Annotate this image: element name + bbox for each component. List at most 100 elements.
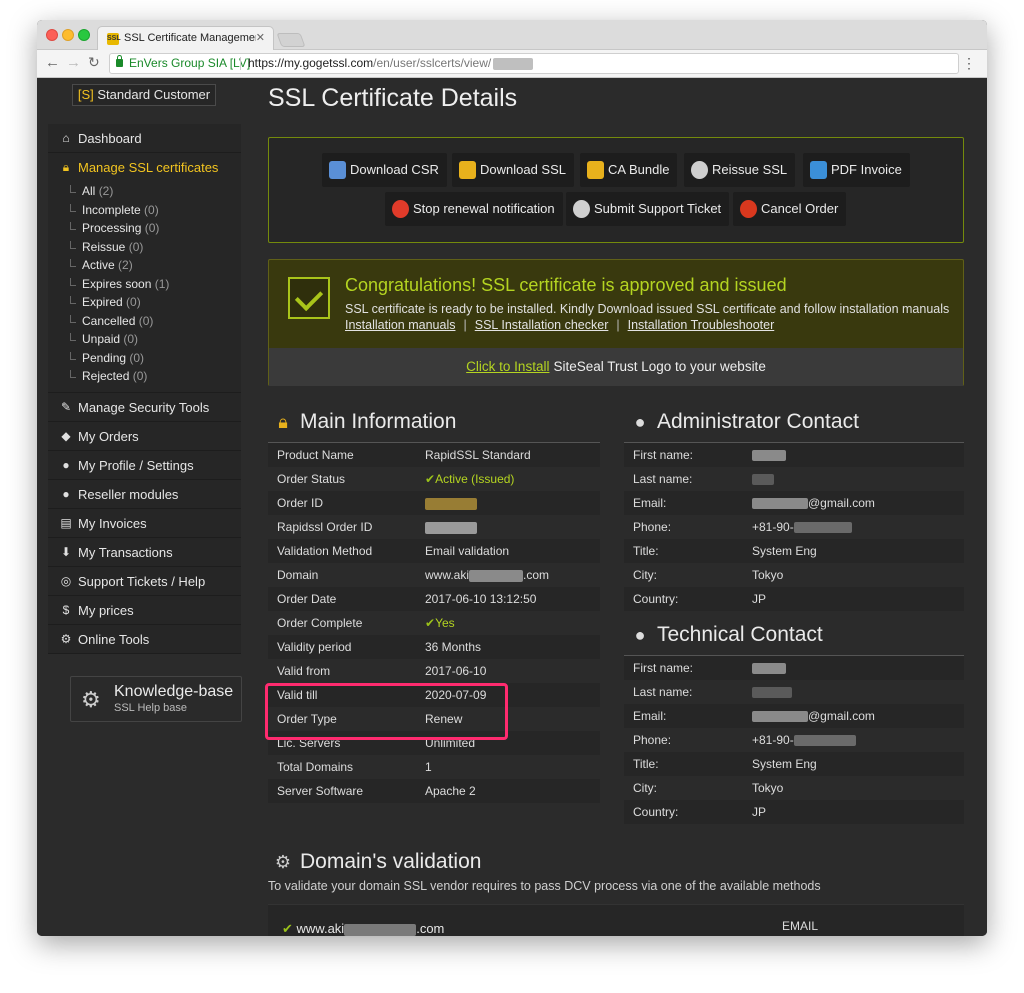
forward-icon[interactable]: → [66, 54, 81, 71]
gear-icon: ⚙ [274, 852, 292, 872]
reload-icon[interactable]: ↻ [88, 54, 100, 71]
troubleshooter-link[interactable]: Installation Troubleshooter [628, 318, 775, 332]
submit-ticket-button[interactable]: Submit Support Ticket [566, 192, 730, 226]
subitem-incomplete[interactable]: Incomplete (0) [48, 201, 241, 220]
users-icon: ● [62, 486, 70, 501]
technical-contact-heading: ● Technical Contact [629, 623, 823, 647]
kb-title: Knowledge-base [114, 683, 234, 700]
sidebar-item-invoices[interactable]: ▤ My Invoices [48, 509, 241, 538]
pdf-invoice-button[interactable]: PDF Invoice [803, 153, 910, 187]
download-icon: ⬇ [60, 544, 72, 559]
redacted-value [752, 663, 786, 675]
download-ssl-button[interactable]: Download SSL [452, 153, 574, 187]
row-key: Validation Method [277, 544, 373, 558]
table-row: Order Date 2017-06-10 13:12:50 [268, 587, 600, 611]
subitem-rejected[interactable]: Rejected (0) [48, 367, 241, 386]
congrats-title: Congratulations! SSL certificate is appr… [345, 275, 787, 295]
table-row: Server Software Apache 2 [268, 779, 600, 803]
table-row: First name: [624, 656, 964, 680]
subitem-reissue[interactable]: Reissue (0) [48, 238, 241, 257]
url-field[interactable]: EnVers Group SIA [LV] https://my.gogetss… [109, 53, 959, 74]
subitem-expired[interactable]: Expired (0) [48, 293, 241, 312]
domain-validation-heading: ⚙ Domain's validation [272, 850, 482, 874]
domain-validation-row: www.aki .com EMAIL [268, 904, 964, 936]
domain-prefix: www.aki [425, 568, 470, 582]
browser-tab[interactable]: SSL SSL Certificate Management S ✕ [97, 26, 274, 50]
subitem-count: (0) [144, 221, 160, 235]
subitem-active[interactable]: Active (2) [48, 256, 241, 275]
ca-bundle-button[interactable]: CA Bundle [580, 153, 678, 187]
page: [S] Standard Customer ⌂ Dashboard 🔒︎ Manag… [37, 78, 987, 936]
subitem-pending[interactable]: Pending (0) [48, 349, 241, 368]
sidebar-item-profile[interactable]: ● My Profile / Settings [48, 451, 241, 480]
lock-icon: 🔒︎ [62, 160, 70, 174]
close-tab-icon[interactable]: ✕ [256, 31, 265, 44]
row-value: 2017-06-10 13:12:50 [425, 592, 537, 606]
table-row: Rapidssl Order ID [268, 515, 600, 539]
sidebar-item-prices[interactable]: $ My prices [48, 596, 241, 625]
installation-manuals-link[interactable]: Installation manuals [345, 318, 455, 332]
row-key: Phone: [633, 520, 672, 534]
subitem-count: (0) [138, 313, 154, 328]
sidebar-item-orders[interactable]: ◆ My Orders [48, 422, 241, 451]
subitem-all[interactable]: All (2) [48, 182, 241, 201]
subitem-unpaid[interactable]: Unpaid (0) [48, 330, 241, 349]
download-csr-button[interactable]: Download CSR [322, 153, 447, 187]
maximize-window-button[interactable] [78, 29, 90, 41]
row-value: +81-90- [752, 728, 856, 752]
congrats-panel: Congratulations! SSL certificate is appr… [268, 259, 964, 386]
button-label: PDF Invoice [831, 162, 902, 177]
table-row: Email: @gmail.com [624, 491, 964, 515]
subitem-processing[interactable]: Processing (0) [48, 219, 241, 238]
sidebar-item-support[interactable]: ◎ Support Tickets / Help [48, 567, 241, 596]
email-suffix: @gmail.com [808, 496, 875, 510]
button-label: Cancel Order [761, 201, 839, 216]
minus-circle-icon [392, 200, 409, 218]
row-value: +81-90- [752, 515, 852, 539]
knowledge-base-button[interactable]: ⚙ Knowledge-base SSL Help base [70, 676, 242, 722]
table-row: Last name: [624, 680, 964, 704]
table-row: Order Complete Yes [268, 611, 600, 635]
subitem-count: (0) [129, 350, 145, 365]
row-key: Phone: [633, 733, 672, 747]
minimize-window-button[interactable] [62, 29, 74, 41]
document-icon [810, 161, 827, 179]
sidebar-item-security-tools[interactable]: ✎ Manage Security Tools [48, 393, 241, 422]
row-key: Order ID [277, 496, 324, 510]
subitem-cancelled[interactable]: Cancelled (0) [48, 312, 241, 331]
siteseal-text: SiteSeal Trust Logo to your website [553, 359, 766, 374]
row-key: Email: [633, 709, 667, 723]
close-window-button[interactable] [46, 29, 58, 41]
sidebar-item-online-tools[interactable]: ⚙ Online Tools [48, 625, 241, 654]
installation-checker-link[interactable]: SSL Installation checker [475, 318, 609, 332]
address-bar: ← → ↻ EnVers Group SIA [LV] https://my.g… [37, 50, 987, 78]
row-value: System Eng [752, 757, 817, 771]
sidebar-item-reseller[interactable]: ● Reseller modules [48, 480, 241, 509]
home-icon: ⌂ [62, 131, 70, 145]
stop-renewal-button[interactable]: Stop renewal notification [385, 192, 563, 226]
button-label: Download CSR [350, 162, 439, 177]
table-row: Title: System Eng [624, 539, 964, 563]
reissue-ssl-button[interactable]: Reissue SSL [684, 153, 796, 187]
table-row: Last name: [624, 467, 964, 491]
ssl-subitems: All (2) Incomplete (0) Processing (0) Re… [48, 182, 241, 393]
cancel-order-button[interactable]: Cancel Order [733, 192, 847, 226]
sidebar-item-dashboard[interactable]: ⌂ Dashboard [48, 124, 241, 153]
table-row: Total Domains 1 [268, 755, 600, 779]
customer-badge-prefix: [S] [77, 87, 94, 102]
subitem-label: Expires soon [82, 276, 152, 291]
redacted-value [752, 711, 808, 723]
subitem-label: Cancelled [82, 313, 136, 328]
sidebar-item-manage-ssl[interactable]: 🔒︎ Manage SSL certificates [48, 153, 241, 182]
new-tab-button[interactable] [276, 33, 306, 47]
sidebar-item-label: My Profile / Settings [78, 457, 194, 473]
click-to-install-link[interactable]: Click to Install [466, 359, 549, 374]
technical-contact-table: First name: Last name: Email: @gmail.com … [624, 656, 964, 824]
subitem-expires-soon[interactable]: Expires soon (1) [48, 275, 241, 294]
customer-badge[interactable]: [S] Standard Customer [72, 84, 216, 106]
back-icon[interactable]: ← [45, 54, 60, 71]
validity-highlight-box [265, 683, 508, 740]
sidebar-item-transactions[interactable]: ⬇ My Transactions [48, 538, 241, 567]
url-separator [240, 57, 241, 70]
browser-menu-icon[interactable]: ⋮ [962, 55, 976, 72]
